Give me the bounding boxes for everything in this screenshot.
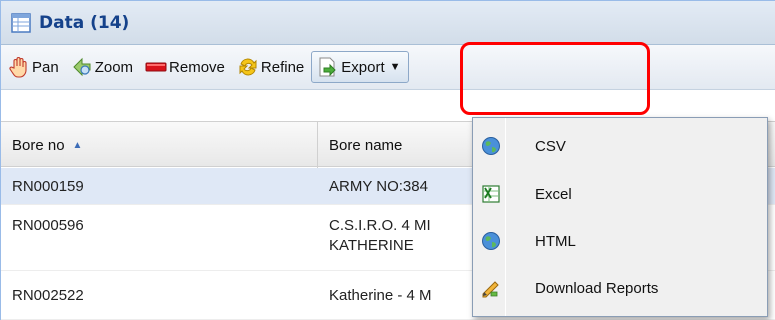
globe-icon (481, 231, 501, 251)
pan-label: Pan (32, 58, 59, 76)
menu-item-label: CSV (535, 137, 566, 155)
menu-item-download-reports[interactable]: Download Reports (473, 266, 767, 310)
panel-header: Data (14) (1, 1, 775, 45)
refine-button[interactable]: Refine (234, 52, 307, 82)
globe-icon (481, 136, 501, 156)
menu-item-html[interactable]: HTML (473, 219, 767, 263)
remove-label: Remove (169, 58, 225, 76)
remove-button[interactable]: Remove (142, 52, 228, 82)
panel-title: Data (14) (39, 12, 130, 33)
bore-name-cell: C.S.I.R.O. 4 MI KATHERINE (318, 216, 478, 256)
refine-label: Refine (260, 58, 305, 76)
bore-no-cell: RN002522 (12, 287, 84, 304)
zoom-button[interactable]: Zoom (68, 52, 136, 82)
export-button[interactable]: Export ▼ (311, 51, 409, 83)
bore-no-cell: RN000596 (12, 217, 84, 234)
menu-item-label: Excel (535, 185, 572, 203)
menu-item-excel[interactable]: Excel (473, 172, 767, 216)
export-menu: CSV Excel HTML Download Reports (472, 117, 768, 317)
zoom-icon (71, 56, 93, 78)
refine-icon (237, 56, 259, 78)
bore-no-cell: RN000159 (12, 178, 84, 195)
menu-item-label: Download Reports (535, 279, 659, 297)
export-icon (317, 56, 339, 78)
menu-item-csv[interactable]: CSV (473, 124, 767, 168)
menu-item-label: HTML (535, 232, 576, 250)
column-header-bore-no[interactable]: Bore no ▲ (1, 122, 318, 168)
hand-icon (8, 56, 30, 78)
remove-icon (145, 56, 167, 78)
zoom-label: Zoom (94, 58, 134, 76)
export-label: Export (341, 58, 385, 76)
pencil-report-icon (481, 278, 501, 298)
table-icon (11, 12, 31, 33)
bore-name-line: C.S.I.R.O. 4 MI (329, 217, 431, 234)
data-panel: Data (14) Pan Zoom Remove Refine Export … (0, 0, 775, 320)
pan-button[interactable]: Pan (5, 52, 62, 82)
bore-name-cell: ARMY NO:384 (329, 178, 428, 195)
bore-name-line: KATHERINE (329, 237, 414, 254)
column-header-label: Bore name (329, 136, 403, 154)
chevron-down-icon: ▼ (389, 61, 401, 73)
bore-name-cell: Katherine - 4 M (329, 287, 432, 304)
column-header-bore-name[interactable]: Bore name (318, 122, 478, 168)
column-header-label: Bore no (12, 136, 65, 154)
excel-icon (481, 184, 501, 204)
toolbar: Pan Zoom Remove Refine Export ▼ (1, 45, 775, 90)
sort-ascending-icon: ▲ (72, 139, 83, 151)
